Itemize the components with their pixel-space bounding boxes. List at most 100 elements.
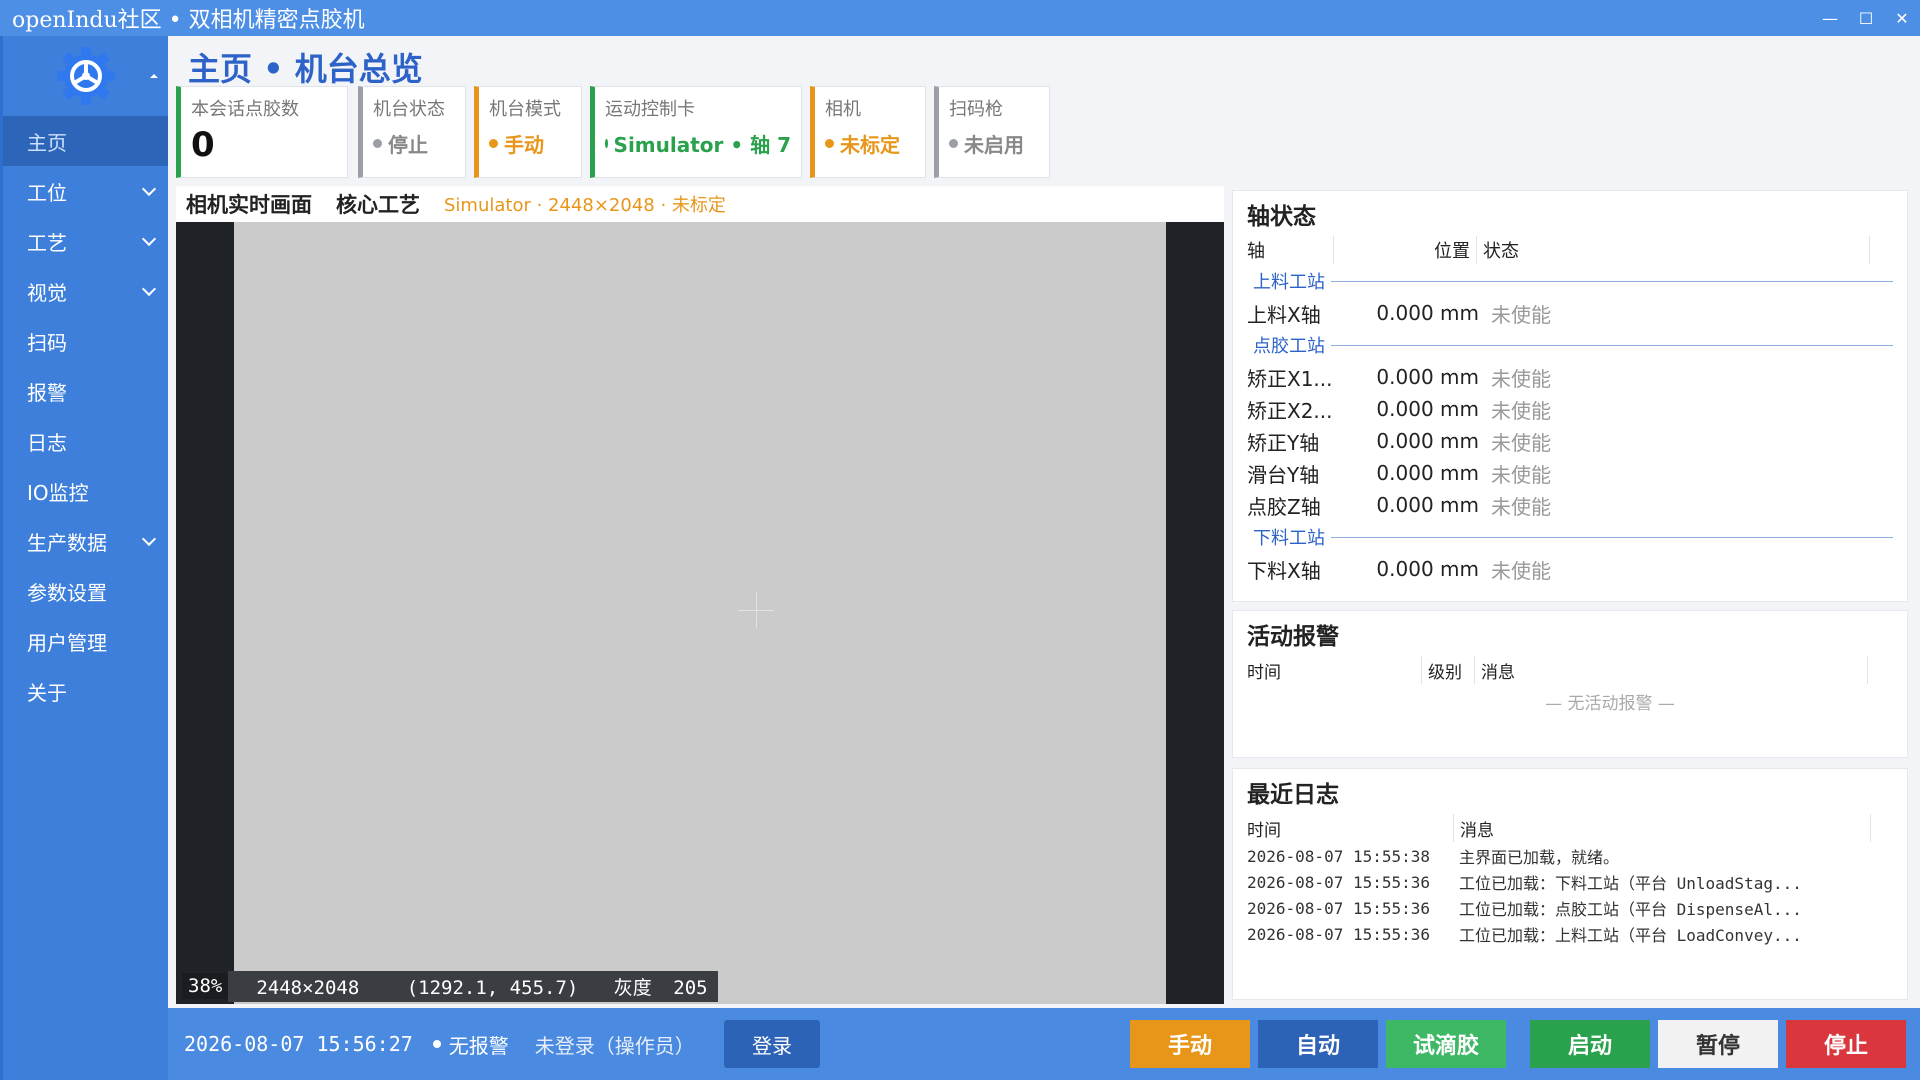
- sidebar-item[interactable]: 视觉: [3, 266, 168, 316]
- axis-row[interactable]: 矫正X1... 0.000 mm 未使能: [1233, 361, 1907, 393]
- alarm-table-header: 时间 级别 消息: [1233, 655, 1907, 685]
- col-time: 时间: [1247, 820, 1281, 841]
- sidebar-item[interactable]: 工位: [3, 166, 168, 216]
- column-divider: [1867, 656, 1868, 684]
- col-position: 位置: [1434, 241, 1470, 262]
- column-divider: [1869, 236, 1870, 264]
- log-row[interactable]: 2026-08-07 15:55:36 工位已加载：点胶工站（平台 Dispens…: [1233, 895, 1907, 921]
- start-button[interactable]: 启动: [1530, 1020, 1650, 1068]
- camera-panel: 相机实时画面 核心工艺 Simulator · 2448×2048 · 未标定 …: [176, 186, 1224, 1004]
- card-label: 机台模式: [489, 99, 561, 120]
- column-divider: [1333, 236, 1334, 264]
- log-time: 2026-08-07 15:55:36: [1247, 924, 1431, 944]
- column-divider: [1476, 236, 1477, 264]
- alarm-status: 无报警: [432, 1030, 509, 1059]
- camera-view[interactable]: 38% 2448×2048 (1292.1, 455.7) 灰度 205: [176, 222, 1224, 1004]
- alarm-empty-message: — 无活动报警 —: [1545, 694, 1675, 714]
- log-row[interactable]: 2026-08-07 15:55:38 主界面已加载，就绪。: [1233, 843, 1907, 869]
- card-machine-state: 机台状态 停止: [358, 86, 466, 178]
- log-table-header: 时间 消息: [1233, 813, 1907, 843]
- log-time: 2026-08-07 15:55:38: [1247, 846, 1431, 866]
- axis-state: 未使能: [1491, 558, 1551, 583]
- axis-state: 未使能: [1491, 366, 1551, 391]
- axis-row[interactable]: 矫正Y轴 0.000 mm 未使能: [1233, 425, 1907, 457]
- log-row[interactable]: 2026-08-07 15:55:36 工位已加载：下料工站（平台 UnloadS…: [1233, 869, 1907, 895]
- log-message: 工位已加载：下料工站（平台 UnloadStag...: [1459, 874, 1802, 893]
- sidebar-item-label: 报警: [27, 380, 67, 405]
- axis-group-header: 上料工站: [1233, 265, 1907, 297]
- axis-state: 未使能: [1491, 494, 1551, 519]
- sidebar-item[interactable]: 主页: [3, 116, 168, 166]
- stop-button[interactable]: 停止: [1786, 1020, 1906, 1068]
- axis-name: 矫正X1...: [1247, 366, 1333, 391]
- tab-camera-live[interactable]: 相机实时画面: [186, 189, 312, 219]
- axis-status-panel: 轴状态 轴 位置 状态 上料工站 上料X轴 0.000 mm 未使能 点胶工站 矫正X1.…: [1232, 190, 1908, 602]
- axis-state: 未使能: [1491, 462, 1551, 487]
- sidebar-item[interactable]: 生产数据: [3, 516, 168, 566]
- log-message: 主界面已加载，就绪。: [1459, 848, 1620, 867]
- log-row[interactable]: 2026-08-07 15:55:36 工位已加载：上料工站（平台 LoadCon…: [1233, 921, 1907, 947]
- gray-label: 灰度: [613, 976, 652, 999]
- group-divider: [1253, 281, 1893, 282]
- chevron-down-icon: [141, 231, 157, 247]
- card-camera: 相机 未标定: [810, 86, 926, 178]
- status-dot-icon: [605, 139, 608, 148]
- axis-position: 0.000 mm: [1376, 397, 1479, 421]
- gear-logo-icon: [56, 47, 115, 105]
- sidebar-item[interactable]: 工艺: [3, 216, 168, 266]
- sidebar-item-label: IO监控: [27, 480, 89, 505]
- image-readout: 2448×2048 (1292.1, 455.7) 灰度 205: [228, 970, 718, 1002]
- chevron-down-icon: [141, 531, 157, 547]
- login-button[interactable]: 登录: [724, 1020, 820, 1068]
- axis-row[interactable]: 上料X轴 0.000 mm 未使能: [1233, 297, 1907, 329]
- log-message: 工位已加载：点胶工站（平台 DispenseAl...: [1459, 900, 1802, 919]
- close-button[interactable]: ✕: [1884, 0, 1920, 36]
- sidebar-item[interactable]: 报警: [3, 366, 168, 416]
- pause-button[interactable]: 暂停: [1658, 1020, 1778, 1068]
- manual-button[interactable]: 手动: [1130, 1020, 1250, 1068]
- group-divider: [1253, 537, 1893, 538]
- sidebar-item[interactable]: 参数设置: [3, 566, 168, 616]
- sidebar-item-label: 扫码: [27, 330, 67, 355]
- auto-button[interactable]: 自动: [1258, 1020, 1378, 1068]
- axis-state: 未使能: [1491, 302, 1551, 327]
- card-value: 未标定: [840, 133, 900, 157]
- card-value: Simulator • 轴 7: [613, 133, 791, 157]
- log-table-body: 2026-08-07 15:55:38 主界面已加载，就绪。 2026-08-07 …: [1233, 843, 1907, 947]
- card-value: 停止: [388, 133, 428, 157]
- chevron-down-icon: [141, 181, 157, 197]
- axis-state: 未使能: [1491, 398, 1551, 423]
- column-divider: [1474, 656, 1475, 684]
- axis-row[interactable]: 下料X轴 0.000 mm 未使能: [1233, 553, 1907, 585]
- sidebar-item[interactable]: 用户管理: [3, 616, 168, 666]
- axis-row[interactable]: 滑台Y轴 0.000 mm 未使能: [1233, 457, 1907, 489]
- title-bar: openIndu社区 • 双相机精密点胶机 — ☐ ✕: [0, 0, 1920, 36]
- sidebar-item[interactable]: 日志: [3, 416, 168, 466]
- zoom-level: 38%: [182, 973, 229, 999]
- logo-caret-icon[interactable]: [150, 74, 158, 78]
- axis-table-body: 上料工站 上料X轴 0.000 mm 未使能 点胶工站 矫正X1... 0.000 mm 未使…: [1233, 265, 1907, 585]
- axis-name: 矫正X2...: [1247, 398, 1333, 423]
- card-label: 相机: [825, 99, 861, 120]
- card-machine-mode: 机台模式 手动: [474, 86, 582, 178]
- axis-row[interactable]: 点胶Z轴 0.000 mm 未使能: [1233, 489, 1907, 521]
- minimize-button[interactable]: —: [1812, 0, 1848, 36]
- axis-group-header: 下料工站: [1233, 521, 1907, 553]
- sidebar-item[interactable]: 关于: [3, 666, 168, 716]
- sidebar-item[interactable]: 扫码: [3, 316, 168, 366]
- recent-logs-panel: 最近日志 时间 消息 2026-08-07 15:55:38 主界面已加载，就绪。…: [1232, 768, 1908, 1000]
- axis-name: 上料X轴: [1247, 302, 1321, 327]
- trial-dispense-button[interactable]: 试滴胶: [1386, 1020, 1506, 1068]
- sidebar-item-label: 生产数据: [27, 530, 107, 555]
- card-dispense-count: 本会话点胶数 0: [176, 86, 348, 178]
- axis-position: 0.000 mm: [1376, 365, 1479, 389]
- sidebar-item[interactable]: IO监控: [3, 466, 168, 516]
- camera-image[interactable]: [234, 222, 1166, 1004]
- nav-list: 主页 工位 工艺 视觉扫码报警日志 IO监控生产数据参数设置用户管理关于: [3, 116, 168, 716]
- column-divider: [1453, 814, 1454, 842]
- status-dot-icon: [825, 139, 834, 148]
- sidebar-item-label: 用户管理: [27, 630, 107, 655]
- maximize-button[interactable]: ☐: [1848, 0, 1884, 36]
- tab-core-process[interactable]: 核心工艺: [336, 189, 420, 219]
- axis-row[interactable]: 矫正X2... 0.000 mm 未使能: [1233, 393, 1907, 425]
